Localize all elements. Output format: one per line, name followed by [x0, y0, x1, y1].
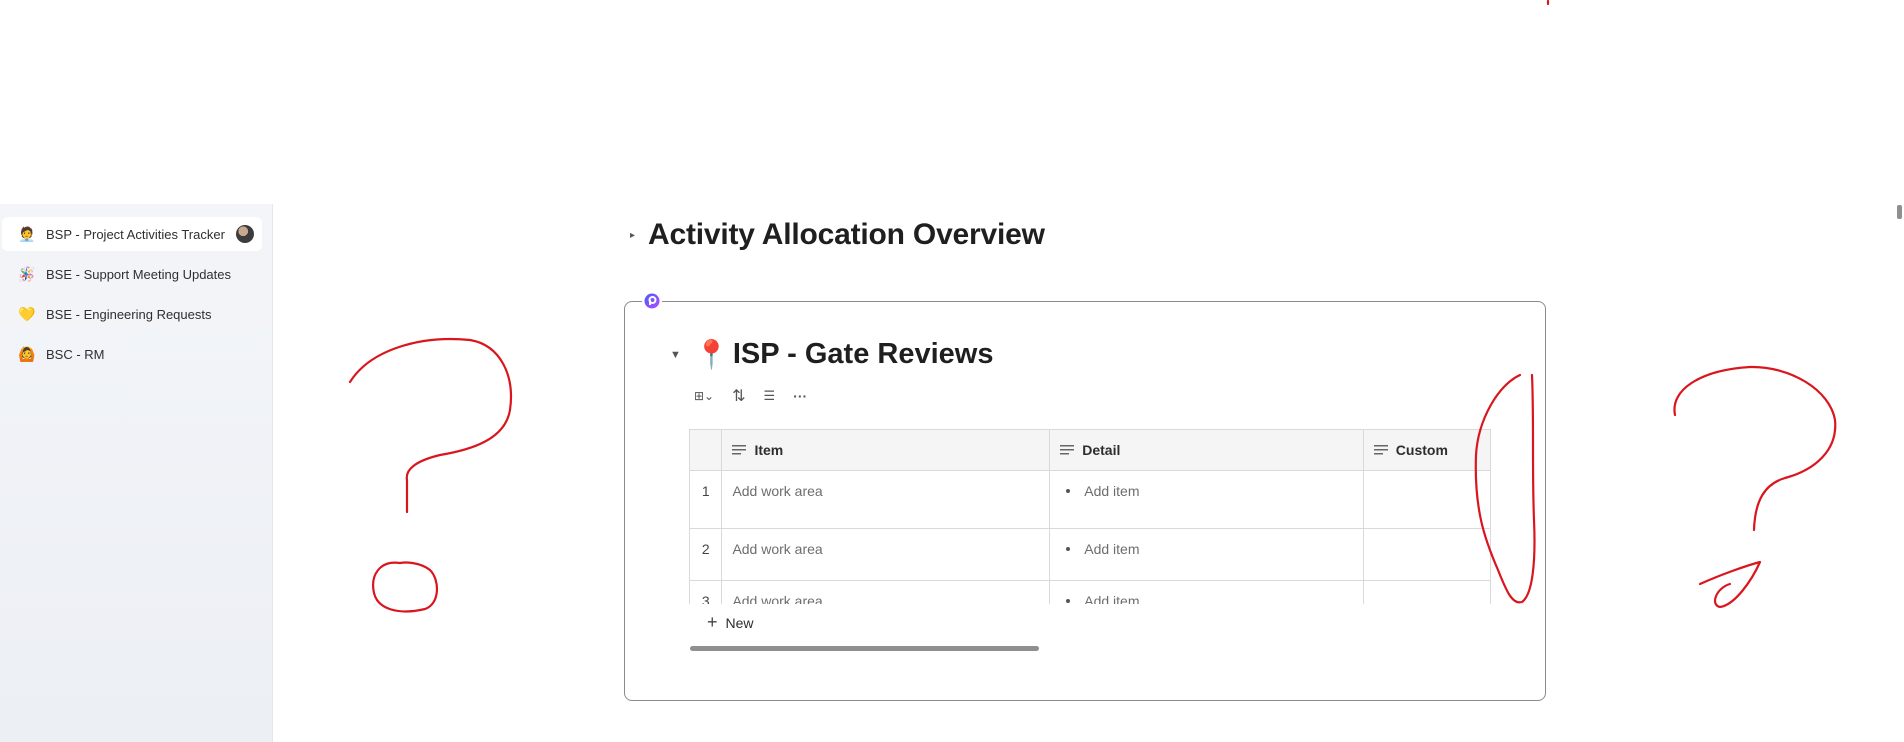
row-number: 1 — [689, 470, 723, 529]
question-mark-annotation-left — [348, 338, 513, 514]
heart-emoji-icon: 💛 — [18, 305, 36, 322]
new-row-button[interactable]: + New — [707, 612, 754, 633]
table-header-row: Item Detail Custom — [689, 429, 1491, 471]
more-options-icon[interactable]: ··· — [793, 388, 807, 404]
collapse-triangle-icon[interactable]: ▼ — [670, 349, 688, 361]
detail-cell[interactable]: Add item — [1049, 470, 1364, 529]
expand-triangle-icon[interactable]: ▸ — [630, 230, 648, 241]
filter-icon[interactable]: ☰ — [764, 388, 776, 404]
sidebar-item-label: BSE - Engineering Requests — [46, 306, 212, 322]
text-column-icon — [732, 445, 747, 455]
detail-cell[interactable]: Add item — [1049, 528, 1364, 581]
page-title-row: ▸ Activity Allocation Overview — [630, 218, 1045, 252]
person-emoji-icon: 🧑‍💼 — [18, 225, 36, 242]
page-title[interactable]: Activity Allocation Overview — [648, 218, 1045, 252]
sort-icon[interactable]: ⇅ — [732, 386, 745, 406]
bullet-icon — [1066, 598, 1071, 603]
row-number: 2 — [689, 528, 723, 581]
section-title[interactable]: ISP - Gate Reviews — [733, 338, 994, 371]
column-header-custom[interactable]: Custom — [1362, 429, 1491, 471]
column-header-detail[interactable]: Detail — [1049, 429, 1364, 471]
bullet-icon — [1066, 488, 1071, 493]
table-toolbar: ⊞⌄ ⇅ ☰ ··· — [694, 386, 807, 406]
detail-text: Add item — [1084, 593, 1140, 604]
squiggle-annotation-right — [1698, 560, 1762, 609]
bullet-icon — [1066, 546, 1071, 551]
new-row-label: New — [725, 614, 754, 631]
horizontal-scrollbar[interactable] — [690, 646, 1039, 651]
item-cell[interactable]: Add work area — [721, 580, 1051, 604]
sidebar-item-project-activities-tracker[interactable]: 🧑‍💼 BSP - Project Activities Tracker — [2, 217, 262, 251]
section-title-row: ▼ 📍 ISP - Gate Reviews — [670, 338, 993, 371]
table-row: 1 Add work area Add item — [689, 470, 1491, 529]
data-table: Item Detail Custom 1 Add work area Add i… — [689, 429, 1491, 604]
custom-cell[interactable] — [1362, 470, 1491, 529]
column-header-label: Item — [754, 442, 784, 458]
table-view-icon[interactable]: ⊞⌄ — [694, 389, 714, 403]
row-number: 3 — [689, 580, 723, 604]
person-gesture-emoji-icon: 🙆 — [18, 345, 36, 362]
avatar[interactable] — [236, 225, 254, 243]
column-header-item[interactable]: Item — [721, 429, 1051, 471]
sidebar-item-label: BSP - Project Activities Tracker — [46, 226, 225, 242]
question-mark-annotation-right — [1673, 365, 1837, 532]
sidebar-item-support-meeting-updates[interactable]: 🪅 BSE - Support Meeting Updates — [2, 257, 262, 291]
sidebar-item-label: BSC - RM — [46, 346, 105, 362]
sidebar-item-bsc-rm[interactable]: 🙆 BSC - RM — [2, 337, 262, 371]
text-column-icon — [1373, 445, 1388, 455]
item-cell[interactable]: Add work area — [721, 528, 1051, 581]
column-header-label: Detail — [1082, 442, 1121, 458]
text-column-icon — [1060, 445, 1075, 455]
table-row: 3 Add work area Add item — [689, 580, 1491, 604]
sidebar-item-label: BSE - Support Meeting Updates — [46, 266, 231, 282]
vertical-scrollbar[interactable] — [1897, 205, 1902, 219]
custom-cell[interactable] — [1362, 580, 1491, 604]
table-container: Item Detail Custom 1 Add work area Add i… — [689, 429, 1491, 604]
circle-annotation-left — [372, 561, 438, 613]
item-cell[interactable]: Add work area — [721, 470, 1051, 529]
plus-icon: + — [707, 612, 718, 632]
pushpin-emoji-icon: 📍 — [694, 339, 729, 370]
detail-text: Add item — [1084, 483, 1140, 499]
custom-cell[interactable] — [1362, 528, 1491, 581]
sidebar-item-engineering-requests[interactable]: 💛 BSE - Engineering Requests — [2, 297, 262, 331]
column-header-label: Custom — [1395, 442, 1448, 458]
detail-cell[interactable]: Add item — [1049, 580, 1364, 604]
loop-logo-icon[interactable] — [642, 291, 662, 311]
sidebar: 🧑‍💼 BSP - Project Activities Tracker 🪅 B… — [0, 204, 273, 742]
pinata-emoji-icon: 🪅 — [18, 265, 36, 282]
row-number-header[interactable] — [689, 429, 723, 471]
table-row: 2 Add work area Add item — [689, 528, 1491, 581]
detail-text: Add item — [1084, 541, 1140, 557]
